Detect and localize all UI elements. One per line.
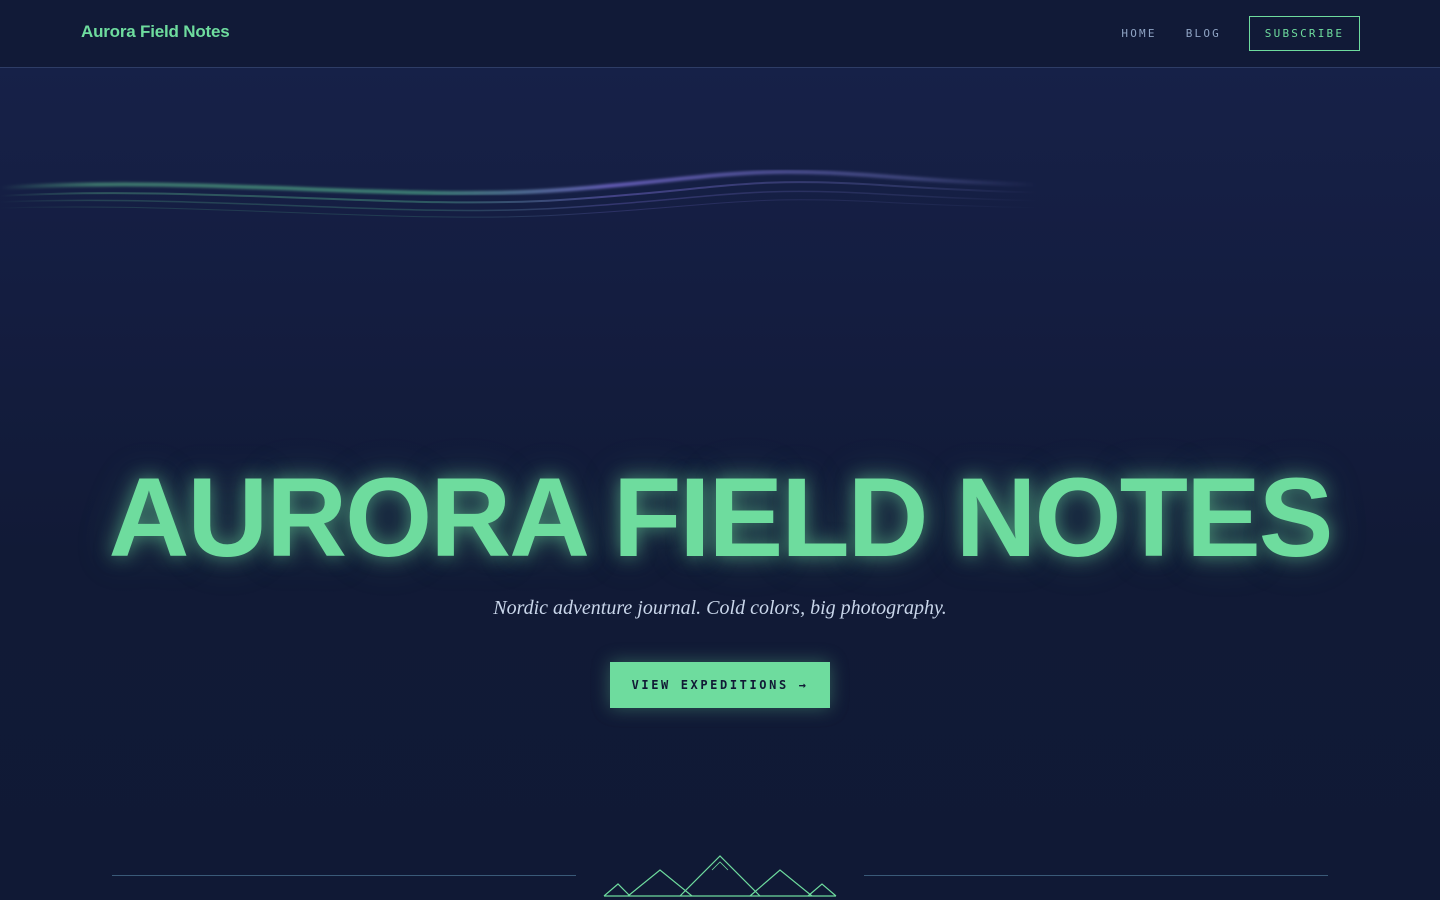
site-header: Aurora Field Notes HOME BLOG SUBSCRIBE [0,0,1440,68]
subscribe-button[interactable]: SUBSCRIBE [1249,16,1360,51]
hero-title: AURORA FIELD NOTES [108,455,1334,580]
hero-subtitle: Nordic adventure journal. Cold colors, b… [493,597,947,619]
aurora-wave-icon [0,169,1221,218]
main-nav: HOME BLOG SUBSCRIBE [1121,16,1360,51]
nav-home-link[interactable]: HOME [1121,27,1156,40]
page: Aurora Field Notes HOME BLOG SUBSCRIBE A… [0,0,1440,900]
nav-blog-link[interactable]: BLOG [1186,27,1221,40]
divider-line-right [864,875,1328,876]
view-expeditions-button[interactable]: VIEW EXPEDITIONS → [610,662,830,708]
brand-logo[interactable]: Aurora Field Notes [81,22,230,42]
mountain-range-icon [603,855,837,897]
divider-line-left [112,875,576,876]
